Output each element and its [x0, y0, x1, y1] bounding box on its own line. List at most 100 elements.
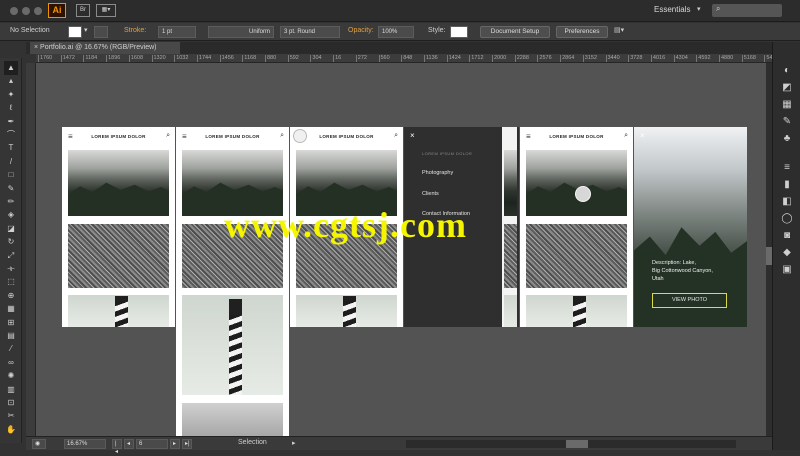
style-label: Style:	[428, 27, 446, 34]
vertical-ruler[interactable]	[26, 63, 36, 436]
tap-indicator-circle	[575, 186, 591, 202]
rotate-tool[interactable]: ↻	[4, 235, 18, 249]
canvas[interactable]: ≡ LOREM IPSUM DOLOR ⌕ ≡ LOREM IPSUM DOLO…	[36, 63, 766, 438]
paintbrush-tool[interactable]: ✎	[4, 182, 18, 196]
stroke-swatch[interactable]	[94, 26, 108, 38]
document-setup-button[interactable]: Document Setup	[480, 26, 550, 38]
opacity-field[interactable]: 100%	[378, 26, 414, 38]
rectangle-tool[interactable]: □	[4, 168, 18, 182]
width-tool[interactable]: ⟛	[4, 262, 18, 276]
application-bar: Ai Br ▦▾ Essentials ▾ ⌕	[0, 0, 800, 22]
swatches-icon[interactable]: ▦	[780, 98, 794, 112]
hero-caption-line-2: Big Cottonwood Canyon,	[652, 268, 713, 274]
search-help-field[interactable]	[712, 4, 782, 17]
artboards-icon[interactable]: ▣	[780, 263, 794, 277]
pencil-tool[interactable]: ✏	[4, 195, 18, 209]
ruler-tick-label: 1424	[446, 55, 461, 62]
gpu-preview-icon[interactable]: ◉	[32, 439, 46, 449]
arrange-documents-icon[interactable]: ▦▾	[96, 4, 116, 17]
workspace-dropdown-icon[interactable]: ▾	[697, 5, 701, 13]
window-minimize-icon[interactable]	[22, 7, 30, 15]
ruler-tick-label: 5168	[741, 55, 756, 62]
shape-builder-tool[interactable]: ⊕	[4, 289, 18, 303]
color-panel-icon[interactable]: ◐	[780, 64, 794, 78]
color-guide-icon[interactable]: ◩	[780, 81, 794, 95]
next-artboard-button[interactable]: ▸	[170, 439, 180, 449]
ruler-tick-label: 3152	[582, 55, 598, 62]
bridge-icon[interactable]: Br	[76, 4, 90, 17]
brushes-icon[interactable]: ✎	[780, 115, 794, 129]
artboard-6-hero[interactable]: × Description: Lake, Big Cottonwood Cany…	[634, 127, 747, 327]
eyedropper-tool[interactable]: ⁄	[4, 342, 18, 356]
ruler-tick-label: 4592	[696, 55, 711, 62]
ruler-tick-label: 4016	[650, 55, 666, 62]
artboard-tool[interactable]: ⊡	[4, 396, 18, 410]
search-icon: ⌕	[280, 132, 284, 139]
horizontal-scroll-thumb[interactable]	[566, 440, 588, 448]
brush-definition-select[interactable]: 3 pt. Round	[280, 26, 340, 38]
stroke-profile-select[interactable]: Uniform	[208, 26, 274, 38]
appearance-icon[interactable]: ◯	[780, 212, 794, 226]
opacity-label[interactable]: Opacity:	[348, 27, 374, 34]
symbol-sprayer-tool[interactable]: ✺	[4, 369, 18, 383]
magic-wand-tool[interactable]: ✦	[4, 88, 18, 102]
artboard-number-field[interactable]: 6	[136, 439, 168, 449]
first-artboard-button[interactable]: |◂	[112, 439, 122, 455]
graphic-styles-icon[interactable]: ◙	[780, 229, 794, 243]
blend-tool[interactable]: ∞	[4, 356, 18, 370]
selection-tool[interactable]: ▲	[4, 61, 18, 75]
horizontal-ruler[interactable]: 1760 1472 1184 1896 1608 1320 1032 1744 1456 1168…	[36, 54, 772, 63]
workspace-switcher[interactable]: Essentials	[654, 5, 690, 14]
window-zoom-icon[interactable]	[34, 7, 42, 15]
ruler-tick-label: 272	[355, 55, 367, 62]
search-icon: ⌕	[166, 132, 170, 139]
layers-icon[interactable]: ◆	[780, 246, 794, 260]
pen-tool[interactable]: ✒	[4, 115, 18, 129]
slice-tool[interactable]: ✂	[4, 409, 18, 423]
column-graph-tool[interactable]: ▥	[4, 383, 18, 397]
previous-artboard-button[interactable]: ◂	[124, 439, 134, 449]
window-close-icon[interactable]	[10, 7, 18, 15]
horizontal-scrollbar[interactable]	[406, 440, 736, 448]
mobile-header: ≡ LOREM IPSUM DOLOR ⌕	[520, 127, 633, 147]
artboard-2[interactable]: ≡ LOREM IPSUM DOLOR ⌕	[176, 127, 289, 438]
document-tab[interactable]: × Portfolio.ai @ 16.67% (RGB/Preview)	[30, 42, 180, 54]
stroke-label[interactable]: Stroke:	[124, 27, 146, 34]
direct-selection-tool[interactable]: ▴	[4, 74, 18, 88]
artboard-5[interactable]: ≡ LOREM IPSUM DOLOR ⌕	[520, 127, 633, 327]
free-transform-tool[interactable]: ⬚	[4, 275, 18, 289]
stroke-icon[interactable]: ≡	[780, 161, 794, 175]
view-photo-button: VIEW PHOTO	[652, 293, 727, 308]
document-tab-bar: × Portfolio.ai @ 16.67% (RGB/Preview)	[26, 42, 772, 54]
ruler-tick-label: 1136	[423, 55, 438, 62]
last-artboard-button[interactable]: ▸|	[182, 439, 192, 449]
hand-tool[interactable]: ✋	[4, 423, 18, 437]
mesh-tool[interactable]: ⊞	[4, 316, 18, 330]
status-menu-icon[interactable]: ▸	[292, 439, 296, 447]
ruler-tick-label: 2864	[560, 55, 575, 62]
zoom-field[interactable]: 16.67%	[64, 439, 106, 449]
gradient-tool[interactable]: ▤	[4, 329, 18, 343]
stroke-weight-field[interactable]: 1 pt	[158, 26, 196, 38]
line-tool[interactable]: /	[4, 155, 18, 169]
fill-swatch[interactable]	[68, 26, 82, 38]
eraser-tool[interactable]: ◪	[4, 222, 18, 236]
curvature-tool[interactable]: ⌒	[4, 128, 18, 142]
perspective-grid-tool[interactable]: ▦	[4, 302, 18, 316]
transparency-icon[interactable]: ◧	[780, 195, 794, 209]
graphic-style-swatch[interactable]	[450, 26, 468, 38]
symbols-icon[interactable]: ♣	[780, 132, 794, 146]
artboard-1[interactable]: ≡ LOREM IPSUM DOLOR ⌕	[62, 127, 175, 327]
lasso-tool[interactable]: ℓ	[4, 101, 18, 115]
shaper-tool[interactable]: ◈	[4, 208, 18, 222]
tap-indicator-circle	[293, 129, 307, 143]
preferences-button[interactable]: Preferences	[556, 26, 608, 38]
lighthouse-photo	[68, 295, 169, 327]
scale-tool[interactable]: ⤢	[4, 249, 18, 263]
header-title: LOREM IPSUM DOLOR	[91, 134, 146, 139]
type-tool[interactable]: T	[4, 141, 18, 155]
fill-dropdown-icon[interactable]: ▾	[84, 26, 88, 34]
arrange-icon[interactable]: ▤▾	[614, 26, 624, 34]
mobile-header: ≡ LOREM IPSUM DOLOR ⌕	[290, 127, 403, 147]
gradient-icon[interactable]: ▮	[780, 178, 794, 192]
